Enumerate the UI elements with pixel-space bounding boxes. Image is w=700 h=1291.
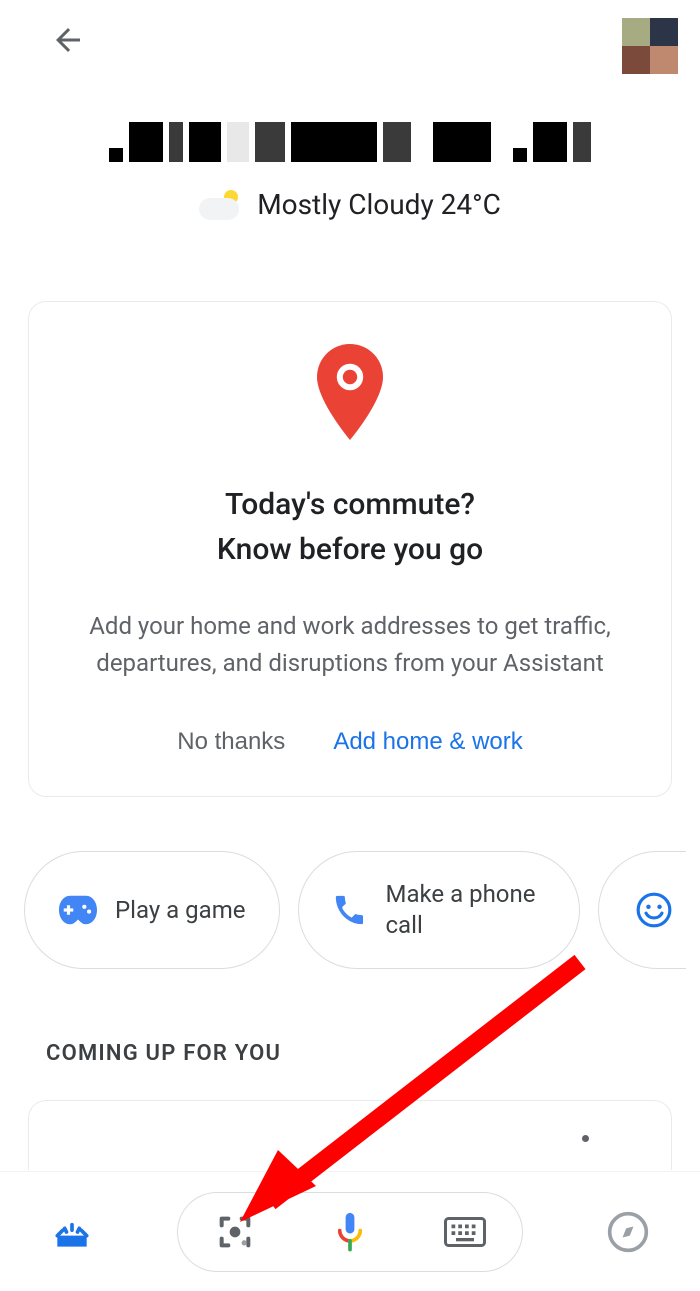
chip-play-game[interactable]: Play a game — [24, 851, 280, 969]
map-pin-icon — [314, 344, 386, 440]
chip-label: Play a game — [115, 895, 245, 926]
chip-label: Make a phone call — [385, 879, 545, 941]
explore-tab[interactable] — [602, 1206, 654, 1258]
back-button[interactable] — [46, 18, 90, 62]
lens-icon — [215, 1212, 255, 1252]
chip-more[interactable] — [598, 851, 686, 969]
suggestion-chips-row: Play a game Make a phone call — [0, 851, 700, 969]
inbox-spark-icon — [50, 1210, 94, 1254]
updates-tab[interactable] — [46, 1206, 98, 1258]
smiley-icon — [635, 891, 673, 929]
overflow-dot-icon — [582, 1135, 589, 1142]
keyboard-icon — [444, 1217, 486, 1247]
compass-icon — [606, 1210, 650, 1254]
arrow-left-icon — [50, 22, 86, 58]
commute-card: Today's commute? Know before you go Add … — [28, 301, 672, 797]
add-home-work-button[interactable]: Add home & work — [333, 728, 522, 756]
bottom-bar — [0, 1171, 700, 1291]
phone-icon — [333, 893, 367, 927]
no-thanks-button[interactable]: No thanks — [177, 728, 285, 756]
weather-cloudy-icon — [199, 190, 241, 220]
greeting-text-redacted — [85, 114, 615, 162]
upcoming-card-peek[interactable] — [28, 1100, 672, 1170]
assistant-input-pill — [177, 1192, 523, 1272]
voice-button[interactable] — [322, 1204, 378, 1260]
keyboard-button[interactable] — [437, 1204, 493, 1260]
weather-text: Mostly Cloudy 24°C — [257, 188, 501, 221]
commute-card-title: Today's commute? Know before you go — [69, 482, 631, 572]
chip-phone-call[interactable]: Make a phone call — [298, 851, 580, 969]
weather-summary[interactable]: Mostly Cloudy 24°C — [0, 188, 700, 221]
commute-card-subtitle: Add your home and work addresses to get … — [69, 608, 631, 682]
gamepad-icon — [59, 895, 97, 925]
microphone-icon — [332, 1210, 368, 1254]
lens-button[interactable] — [207, 1204, 263, 1260]
profile-avatar[interactable] — [622, 18, 678, 74]
coming-up-heading: COMING UP FOR YOU — [46, 1041, 654, 1066]
